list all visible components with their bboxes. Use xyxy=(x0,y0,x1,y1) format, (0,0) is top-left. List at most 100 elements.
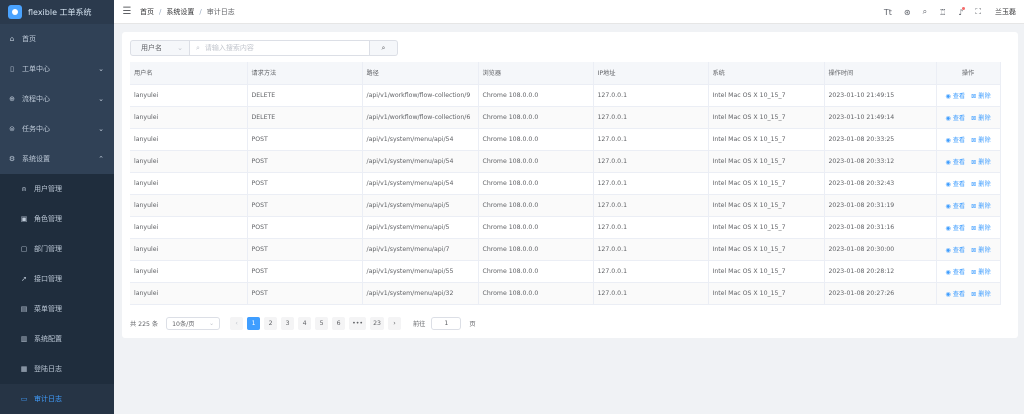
view-button[interactable]: ◉ 查看 xyxy=(945,247,965,254)
page-number-button[interactable]: 2 xyxy=(264,316,278,330)
delete-button[interactable]: ⊠ 删除 xyxy=(971,247,991,254)
sidebar-subitem[interactable]: ⍝ 用户管理 xyxy=(0,174,114,204)
app-logo[interactable]: flexible 工单系统 xyxy=(0,0,114,24)
column-header: IP地址 xyxy=(593,62,709,85)
table-cell: lanyulei xyxy=(130,172,248,195)
notification-bell-icon[interactable]: ♪ xyxy=(958,6,966,17)
goto-page-value: 1 xyxy=(444,319,449,327)
view-button[interactable]: ◉ 查看 xyxy=(945,93,965,100)
table-row: lanyulei POST/api/v1/system/menu/api/54 Ch… xyxy=(130,128,1001,151)
row-actions: ◉ 查看 ⊠ 删除 xyxy=(936,194,1001,217)
table-cell: 127.0.0.1 xyxy=(593,194,709,217)
user-icon: ⍝ xyxy=(21,184,27,193)
sidebar-item[interactable]: ⊜ 任务中心 ⌄ xyxy=(0,114,114,144)
prev-page-button[interactable]: ‹ xyxy=(230,316,244,330)
sidebar-item[interactable]: ⌂ 首页 xyxy=(0,24,114,54)
user-name[interactable]: 兰玉磊 xyxy=(995,7,1016,17)
trash-icon: ⊠ xyxy=(971,114,977,122)
table-cell: lanyulei xyxy=(130,260,248,283)
sidebar-subitem-label: 接口管理 xyxy=(34,275,62,283)
table-cell: Chrome 108.0.0.0 xyxy=(478,216,594,239)
table-cell: lanyulei xyxy=(130,128,248,151)
table-cell: Chrome 108.0.0.0 xyxy=(478,260,594,283)
task-icon: ⊜ xyxy=(9,125,15,133)
view-button[interactable]: ◉ 查看 xyxy=(945,269,965,276)
sidebar-subitem[interactable]: ▭ 审计日志 xyxy=(0,384,114,414)
row-actions: ◉ 查看 ⊠ 删除 xyxy=(936,128,1001,151)
sidebar-item-label: 流程中心 xyxy=(22,95,50,103)
sidebar-subitem[interactable]: ▣ 角色管理 xyxy=(0,204,114,234)
table-cell: Intel Mac OS X 10_15_7 xyxy=(708,238,825,261)
page-number-button[interactable]: 3 xyxy=(281,316,295,330)
table-cell: 2023-01-08 20:28:12 xyxy=(824,260,937,283)
table-cell: /api/v1/system/menu/api/32 xyxy=(362,282,479,305)
next-page-button[interactable]: › xyxy=(387,316,401,330)
page-number-button[interactable]: 1 xyxy=(247,316,261,330)
sidebar-subitem-label: 角色管理 xyxy=(34,215,62,223)
sidebar-subitem[interactable]: ➚ 接口管理 xyxy=(0,264,114,294)
delete-button[interactable]: ⊠ 删除 xyxy=(971,159,991,166)
delete-button[interactable]: ⊠ 删除 xyxy=(971,291,991,298)
delete-button[interactable]: ⊠ 删除 xyxy=(971,181,991,188)
table-cell: 127.0.0.1 xyxy=(593,238,709,261)
sidebar-item[interactable]: ▯ 工单中心 ⌄ xyxy=(0,54,114,84)
pagination: 共 225 条 10条/页 ⌄ ‹ 1 2 3 4 5 6 ••• 23 › 前往 1 页 xyxy=(130,316,476,330)
search-input[interactable]: ⌕ 请输入搜索内容 xyxy=(190,40,370,56)
sidebar-item[interactable]: ⊕ 流程中心 ⌄ xyxy=(0,84,114,114)
font-size-icon[interactable]: Tt xyxy=(884,8,892,17)
theme-icon[interactable]: ♖ xyxy=(939,8,946,17)
eye-icon: ◉ xyxy=(945,136,951,144)
github-icon[interactable]: ⊛ xyxy=(904,8,911,17)
search-field-select[interactable]: 用户名 ⌄ xyxy=(130,40,190,56)
trash-icon: ⊠ xyxy=(971,180,977,188)
sidebar-item[interactable]: ⚙ 系统设置 ⌃ xyxy=(0,144,114,174)
search-button[interactable]: ⌕ xyxy=(370,40,398,56)
breadcrumb: 首页 / 系统设置 / 审计日志 xyxy=(140,7,235,17)
delete-button[interactable]: ⊠ 删除 xyxy=(971,93,991,100)
sidebar-subitem-label: 系统配置 xyxy=(34,335,62,343)
delete-button[interactable]: ⊠ 删除 xyxy=(971,269,991,276)
table-cell: POST xyxy=(247,282,363,305)
page-number-button[interactable]: 23 xyxy=(370,316,384,330)
delete-button[interactable]: ⊠ 删除 xyxy=(971,203,991,210)
hamburger-icon[interactable]: ☰ xyxy=(120,6,134,17)
table-cell: Intel Mac OS X 10_15_7 xyxy=(708,282,825,305)
view-button[interactable]: ◉ 查看 xyxy=(945,291,965,298)
sidebar-subitem[interactable]: ▤ 菜单管理 xyxy=(0,294,114,324)
trash-icon: ⊠ xyxy=(971,136,977,144)
delete-button[interactable]: ⊠ 删除 xyxy=(971,137,991,144)
page-number-button[interactable]: 5 xyxy=(315,316,329,330)
sidebar-subitem[interactable]: ▢ 部门管理 xyxy=(0,234,114,264)
sidebar-subitem[interactable]: ▦ 登陆日志 xyxy=(0,354,114,384)
delete-button[interactable]: ⊠ 删除 xyxy=(971,225,991,232)
view-button[interactable]: ◉ 查看 xyxy=(945,181,965,188)
page-number-button[interactable]: 4 xyxy=(298,316,312,330)
breadcrumb-home[interactable]: 首页 xyxy=(140,7,154,17)
view-button[interactable]: ◉ 查看 xyxy=(945,203,965,210)
view-button[interactable]: ◉ 查看 xyxy=(945,159,965,166)
table-row: lanyulei DELETE/api/v1/workflow/flow-coll… xyxy=(130,106,1001,129)
table-cell: Intel Mac OS X 10_15_7 xyxy=(708,150,825,173)
delete-label: 删除 xyxy=(978,246,991,254)
trash-icon: ⊠ xyxy=(971,158,977,166)
delete-button[interactable]: ⊠ 删除 xyxy=(971,115,991,122)
table-row: lanyulei POST/api/v1/system/menu/api/32 Ch… xyxy=(130,282,1001,305)
table-cell: POST xyxy=(247,172,363,195)
table-row: lanyulei POST/api/v1/system/menu/api/54 Ch… xyxy=(130,172,1001,195)
search-icon[interactable]: ⌕ xyxy=(923,7,927,17)
view-button[interactable]: ◉ 查看 xyxy=(945,115,965,122)
more-pages-button[interactable]: ••• xyxy=(349,316,367,330)
page-size-select[interactable]: 10条/页 ⌄ xyxy=(166,316,221,330)
page-number-button[interactable]: 6 xyxy=(332,316,346,330)
view-button[interactable]: ◉ 查看 xyxy=(945,137,965,144)
table-cell: 2023-01-08 20:31:19 xyxy=(824,194,937,217)
goto-page-input[interactable]: 1 xyxy=(431,316,462,330)
view-button[interactable]: ◉ 查看 xyxy=(945,225,965,232)
view-label: 查看 xyxy=(952,136,966,144)
top-header: ☰ 首页 / 系统设置 / 审计日志 Tt ⊛ ⌕ ♖ ♪ ⛶ 兰玉磊 xyxy=(114,0,1024,24)
view-label: 查看 xyxy=(952,180,966,188)
fullscreen-icon[interactable]: ⛶ xyxy=(975,7,981,17)
sidebar-subitem[interactable]: ▥ 系统配置 xyxy=(0,324,114,354)
breadcrumb-settings[interactable]: 系统设置 xyxy=(166,7,194,17)
table-cell: lanyulei xyxy=(130,216,248,239)
